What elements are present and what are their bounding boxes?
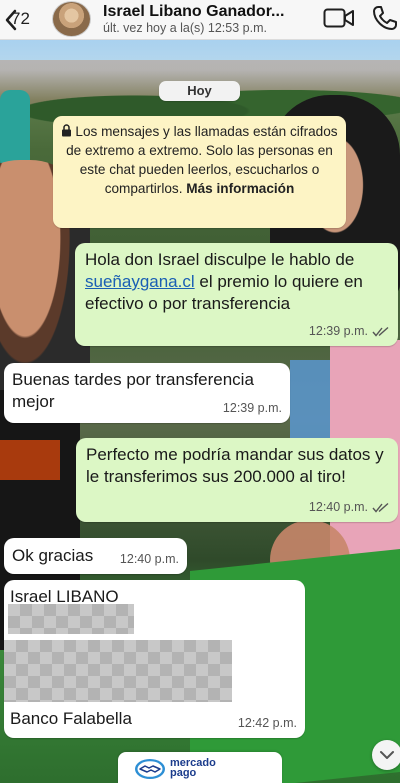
date-chip: Hoy [159,81,240,101]
wallpaper-child [0,90,30,170]
message-meta: 12:40 p.m. [120,548,179,570]
chevron-down-icon [380,751,394,759]
message-meta: 12:39 p.m. [223,397,282,419]
brand-line: pago [170,767,197,779]
message-time: 12:42 p.m. [237,716,297,730]
wallpaper-shirt-logo [0,440,60,480]
message-meta: 12:42 p.m. [238,712,297,734]
message-bubble-incoming[interactable]: Ok gracias 12:40 p.m. [4,538,187,574]
message-time: 12:39 p.m. [222,401,282,415]
message-bubble-outgoing[interactable]: Hola don Israel disculpe le hablo de sue… [75,243,398,346]
encryption-notice[interactable]: Los mensajes y las llamadas están cifrad… [53,116,346,228]
message-time: 12:39 p.m. [308,324,368,338]
unread-count: 72 [11,9,30,28]
contact-name[interactable]: Israel Libano Ganador... [103,3,284,21]
mercado-pago-wordmark: mercado pago [170,758,220,779]
more-info-link[interactable]: Más información [186,181,294,196]
lock-icon [62,124,72,137]
double-check-icon [372,502,389,513]
message-meta: 12:40 p.m. [309,496,390,518]
message-bubble-outgoing[interactable]: Perfecto me podría mandar sus datos y le… [76,438,398,522]
avatar[interactable] [52,1,91,37]
message-text-part: Hola don Israel disculpe le hablo de [85,250,355,269]
message-text: Hola don Israel disculpe le hablo de sue… [85,249,388,315]
message-time: 12:40 p.m. [119,552,179,566]
scroll-to-bottom-button[interactable] [372,740,400,770]
message-time: 12:40 p.m. [308,500,368,514]
message-bubble-incoming[interactable]: Israel LIBANO Banco Falabella 12:42 p.m. [4,580,305,738]
redacted-block [4,640,232,702]
video-call-icon[interactable] [323,7,355,29]
message-meta: 12:39 p.m. [309,320,390,342]
message-text: Perfecto me podría mandar sus datos y le… [86,445,384,486]
double-check-icon [372,326,389,337]
chat-header: 72 Israel Libano Ganador... últ. vez hoy… [0,0,400,40]
last-seen-status: últ. vez hoy a la(s) 12:53 p.m. [103,21,267,35]
redacted-block [8,604,134,634]
message-text: Banco Falabella [10,709,132,728]
mercado-pago-card[interactable]: mercado pago [118,752,282,783]
handshake-logo-icon [135,759,165,779]
phone-call-icon[interactable] [372,5,398,31]
message-link[interactable]: sueñaygana.cl [85,272,195,291]
message-bubble-incoming[interactable]: Buenas tardes por transferencia mejor 12… [4,363,290,423]
